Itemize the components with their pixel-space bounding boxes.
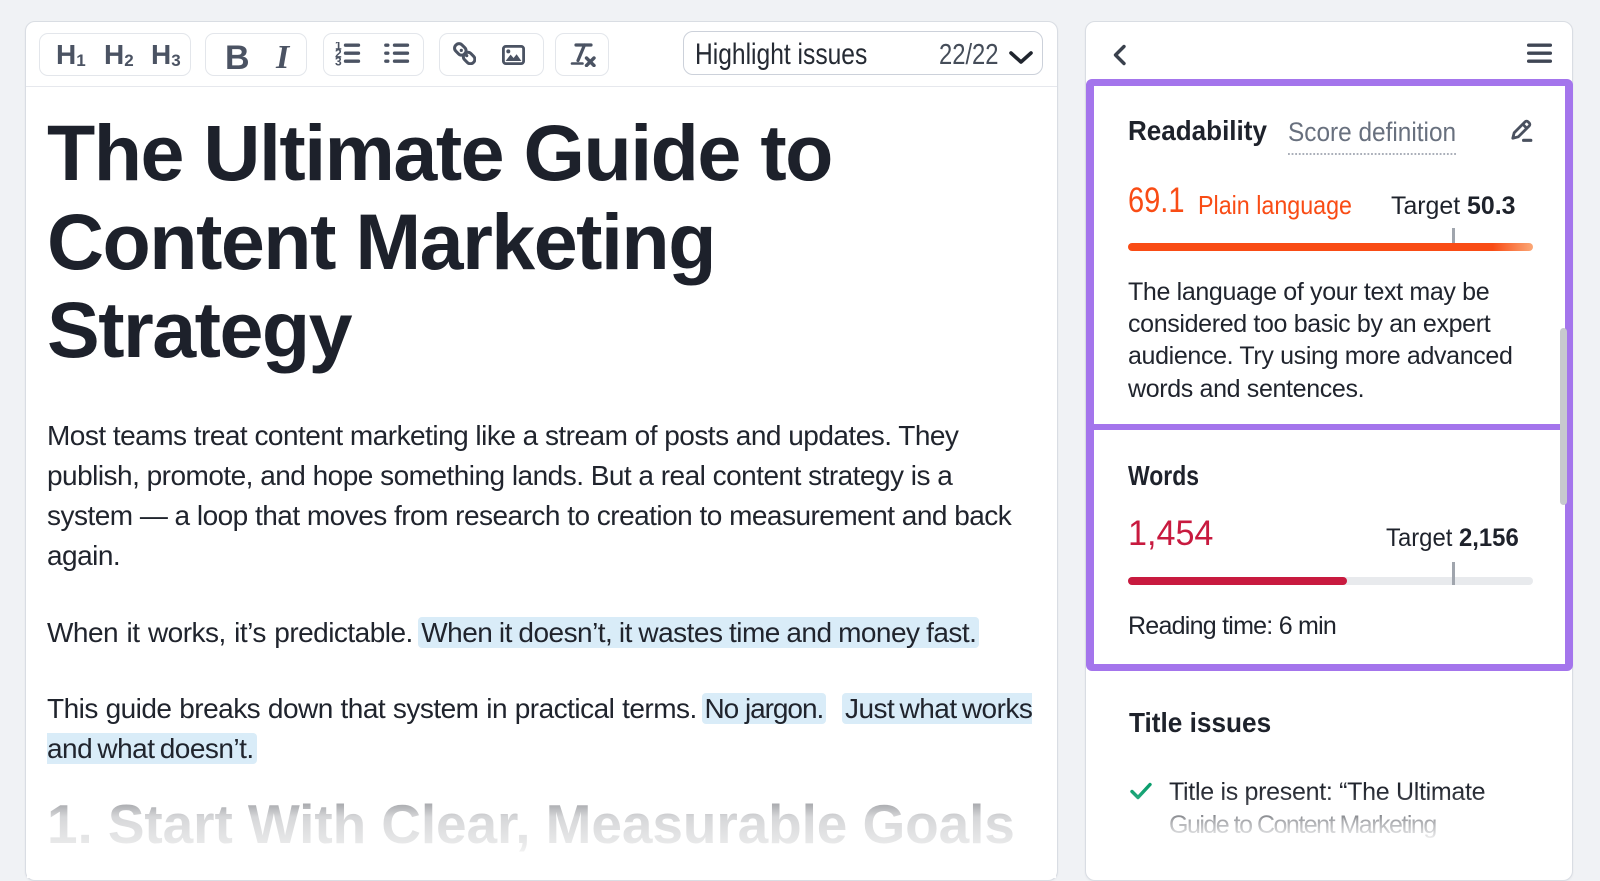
svg-text:3: 3 [335, 55, 342, 67]
